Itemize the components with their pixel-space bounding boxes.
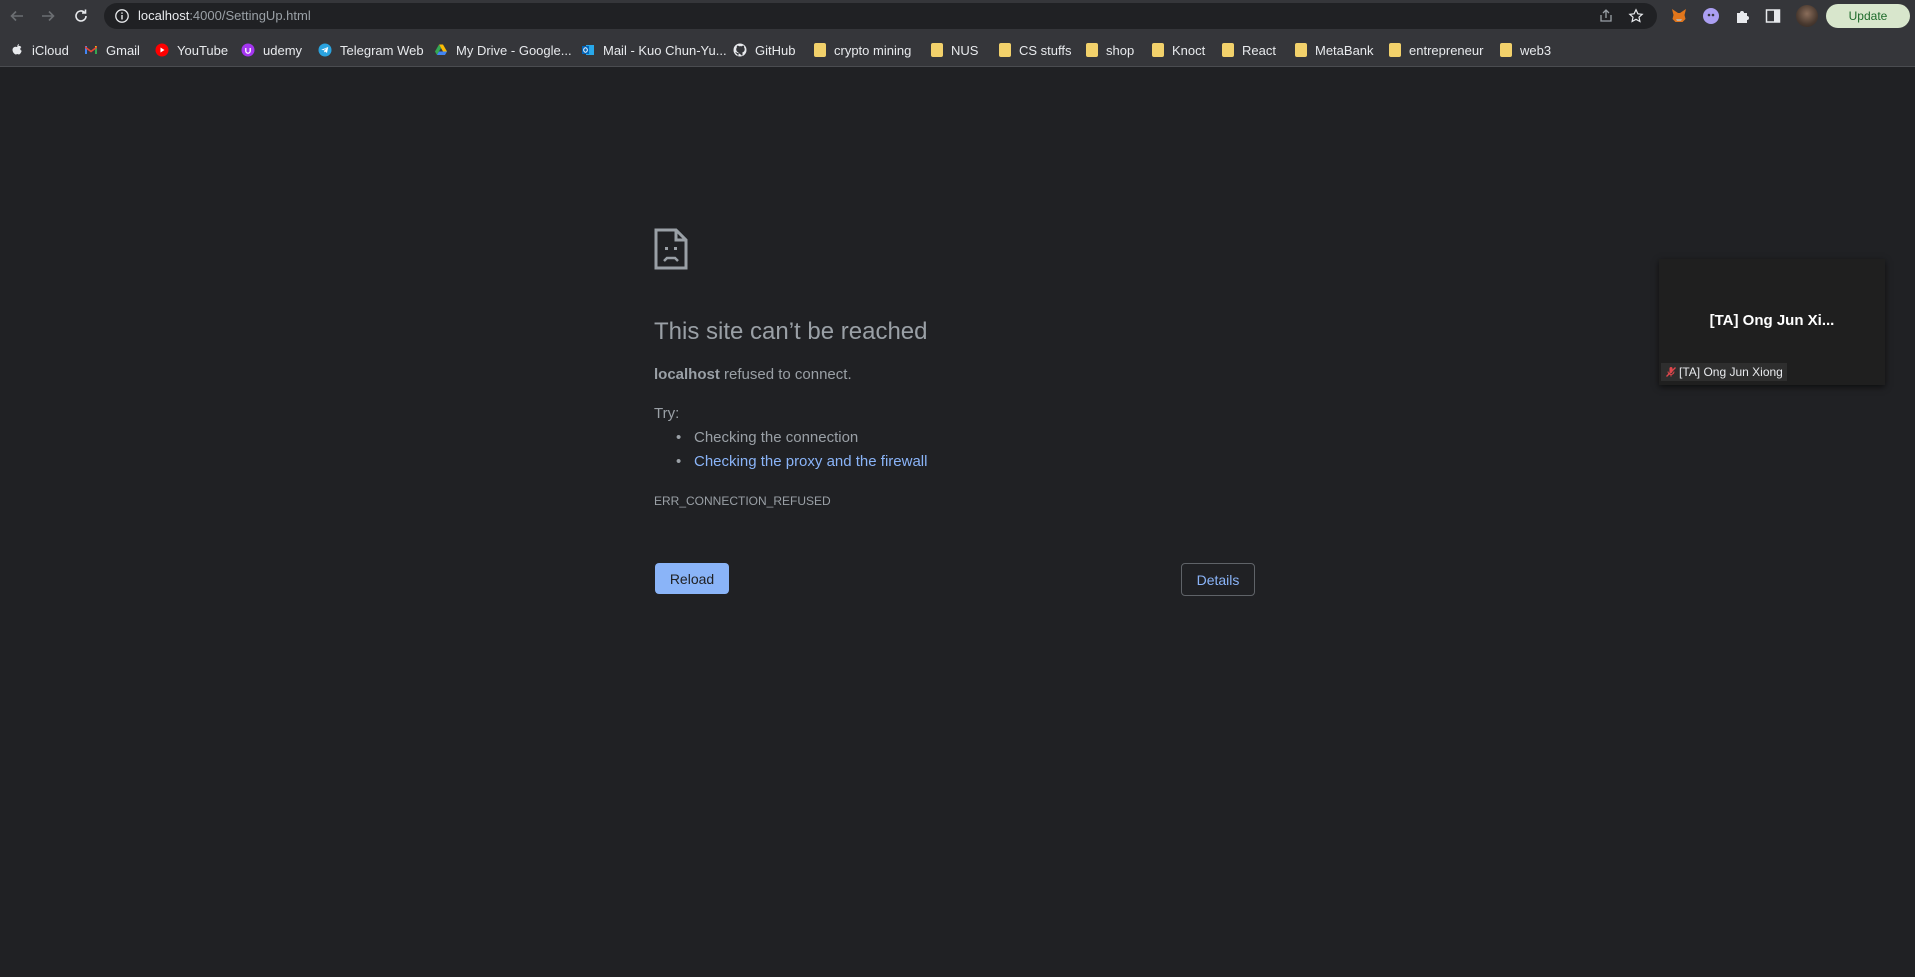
bookmark-label: MetaBank — [1315, 42, 1374, 58]
forward-button[interactable] — [37, 5, 59, 27]
outlook-icon — [582, 45, 594, 55]
address-bar[interactable]: localhost:4000/SettingUp.html — [104, 3, 1657, 29]
side-panel-icon[interactable] — [1764, 7, 1782, 25]
bookmark-outlook-mail[interactable]: Mail - Kuo Chun-Yu... — [581, 41, 727, 59]
folder-icon — [999, 43, 1011, 57]
bookmark-folder-web3[interactable]: web3 — [1500, 41, 1551, 59]
url-host: localhost — [138, 8, 190, 23]
bookmark-github[interactable]: GitHub — [733, 41, 795, 59]
bookmark-youtube[interactable]: YouTube — [155, 41, 228, 59]
url-text[interactable]: localhost:4000/SettingUp.html — [138, 8, 311, 23]
bookmark-label: web3 — [1520, 42, 1552, 58]
bookmarks-bar: iCloud Gmail YouTube udemy Telegram Web … — [0, 32, 1915, 67]
participant-label: [TA] Ong Jun Xiong — [1661, 363, 1787, 381]
bookmark-label: iCloud — [32, 42, 69, 58]
bookmark-folder-shop[interactable]: shop — [1086, 41, 1134, 59]
info-icon[interactable] — [114, 8, 130, 24]
bookmark-label: GitHub — [755, 42, 796, 58]
profile-avatar[interactable] — [1796, 5, 1818, 27]
folder-icon — [1295, 43, 1307, 57]
folder-icon — [1389, 43, 1401, 57]
ghost-extension-icon[interactable] — [1702, 7, 1720, 25]
folder-icon — [1152, 43, 1164, 57]
bookmark-gmail[interactable]: Gmail — [84, 41, 140, 59]
suggestion-link-proxy-firewall[interactable]: Checking the proxy and the firewall — [654, 452, 927, 476]
bookmark-label: React — [1242, 42, 1276, 58]
back-button[interactable] — [6, 5, 28, 27]
bookmark-folder-entrepreneur[interactable]: entrepreneur — [1389, 41, 1483, 59]
apple-icon — [12, 44, 22, 55]
bookmark-label: YouTube — [177, 42, 229, 58]
error-detail: localhost refused to connect. — [654, 366, 852, 383]
bookmark-folder-cs-stuffs[interactable]: CS stuffs — [999, 41, 1072, 59]
error-detail-text: refused to connect. — [719, 366, 852, 383]
bookmark-label: Mail - Kuo Chun-Yu... — [603, 42, 727, 58]
share-icon[interactable] — [1598, 8, 1614, 24]
bookmark-icloud[interactable]: iCloud — [10, 41, 69, 59]
url-path: :4000/SettingUp.html — [189, 8, 311, 23]
participant-display-name: [TA] Ong Jun Xi... — [1709, 312, 1835, 329]
bookmark-label: CS stuffs — [1019, 42, 1072, 58]
bookmark-google-drive[interactable]: My Drive - Google... — [434, 41, 572, 59]
video-call-tile[interactable]: [TA] Ong Jun Xi... [TA] Ong Jun Xiong — [1659, 259, 1885, 385]
back-arrow-icon — [10, 10, 23, 22]
bookmark-udemy[interactable]: udemy — [241, 41, 302, 59]
reload-icon — [75, 9, 87, 22]
suggestion-item: Checking the connection — [654, 428, 927, 452]
bookmark-folder-crypto-mining[interactable]: crypto mining — [814, 41, 911, 59]
folder-icon — [814, 43, 826, 57]
error-title: This site can’t be reached — [654, 318, 928, 345]
bookmark-folder-knoct[interactable]: Knoct — [1152, 41, 1205, 59]
star-icon[interactable] — [1628, 8, 1644, 24]
bookmark-label: Knoct — [1172, 42, 1206, 58]
folder-icon — [1500, 43, 1512, 57]
bookmark-label: shop — [1106, 42, 1135, 58]
bookmark-label: Telegram Web — [340, 42, 424, 58]
google-drive-icon — [435, 44, 447, 55]
browser-toolbar: localhost:4000/SettingUp.html Update — [0, 0, 1915, 32]
udemy-icon — [241, 43, 255, 57]
update-button[interactable]: Update — [1826, 4, 1910, 28]
folder-icon — [931, 43, 943, 57]
bookmark-folder-metabank[interactable]: MetaBank — [1295, 41, 1374, 59]
details-button[interactable]: Details — [1181, 563, 1255, 596]
reload-page-button[interactable] — [70, 5, 92, 27]
bookmark-telegram[interactable]: Telegram Web — [318, 41, 424, 59]
forward-arrow-icon — [42, 10, 55, 22]
folder-icon — [1086, 43, 1098, 57]
reload-button[interactable]: Reload — [655, 563, 729, 594]
bookmark-label: My Drive - Google... — [456, 42, 572, 58]
gmail-icon — [85, 46, 97, 54]
telegram-icon — [318, 43, 332, 57]
bookmark-label: crypto mining — [834, 42, 912, 58]
bookmark-label: udemy — [263, 42, 303, 58]
participant-label-text: [TA] Ong Jun Xiong — [1679, 365, 1783, 379]
try-label: Try: — [654, 405, 680, 422]
folder-icon — [1222, 43, 1234, 57]
youtube-icon — [155, 43, 169, 57]
bookmark-label: entrepreneur — [1409, 42, 1484, 58]
suggestion-list: Checking the connection Checking the pro… — [654, 428, 927, 476]
github-icon — [733, 43, 747, 57]
puzzle-extensions-icon[interactable] — [1734, 7, 1752, 25]
bookmark-folder-nus[interactable]: NUS — [931, 41, 978, 59]
metamask-fox-icon[interactable] — [1670, 7, 1688, 25]
error-host: localhost — [654, 366, 720, 383]
error-code: ERR_CONNECTION_REFUSED — [654, 494, 831, 508]
bookmark-label: NUS — [951, 42, 979, 58]
sad-page-icon — [654, 228, 688, 270]
bookmark-label: Gmail — [106, 42, 140, 58]
mic-off-icon — [1666, 367, 1676, 377]
bookmark-folder-react[interactable]: React — [1222, 41, 1276, 59]
